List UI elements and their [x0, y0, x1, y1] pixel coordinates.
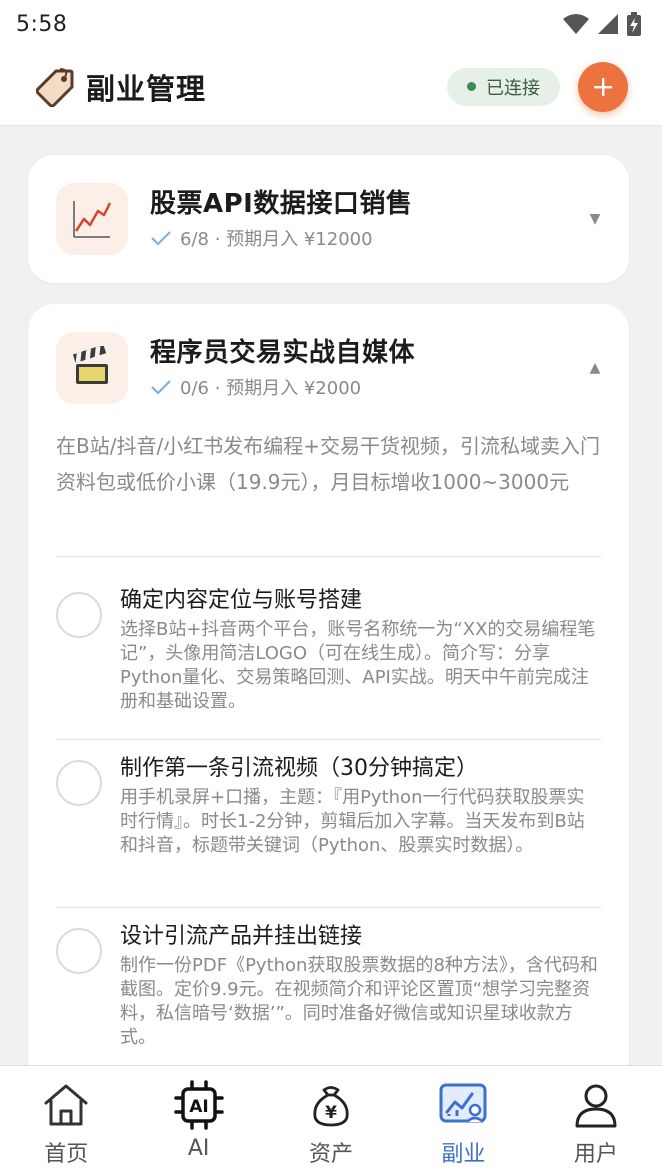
- task-checkbox[interactable]: [56, 592, 102, 638]
- nav-item-assets[interactable]: ¥ 资产: [265, 1066, 397, 1176]
- task-item[interactable]: 设计引流产品并挂出链接 制作一份PDF《Python获取股票数据的8种方法》，含…: [56, 922, 601, 1050]
- project-card-header[interactable]: 程序员交易实战自媒体 0/6 · 预期月入 ¥2000 ▲: [56, 332, 605, 404]
- task-title: 确定内容定位与账号搭建: [120, 588, 363, 613]
- ai-chip-icon: AI: [173, 1080, 224, 1130]
- project-card-header[interactable]: 股票API数据接口销售 6/8 · 预期月入 ¥12000 ▼: [56, 183, 605, 255]
- home-icon: [41, 1080, 91, 1130]
- status-dot: [467, 82, 476, 91]
- svg-text:AI: AI: [189, 1097, 208, 1117]
- divider: [56, 556, 601, 557]
- cell-signal-icon: [598, 14, 618, 34]
- nav-label: 用户: [573, 1142, 618, 1167]
- status-bar: 5:58: [0, 0, 662, 48]
- task-detail: 制作一份PDF《Python获取股票数据的8种方法》，含代码和截图。定价9.9元…: [120, 955, 598, 1048]
- task-item[interactable]: 制作第一条引流视频（30分钟搞定） 用手机录屏+口播，主题：『用Python一行…: [56, 754, 601, 858]
- project-progress: 6/8 · 预期月入 ¥12000: [180, 229, 373, 250]
- divider: [56, 739, 601, 740]
- connection-status-text: 已连接: [486, 77, 540, 99]
- expand-chevron-icon[interactable]: ▼: [585, 211, 605, 227]
- project-card[interactable]: 程序员交易实战自媒体 0/6 · 预期月入 ¥2000 ▲ 在B站/抖音/小红书…: [28, 304, 629, 1104]
- user-icon: [571, 1080, 621, 1130]
- collapse-chevron-icon[interactable]: ▲: [585, 360, 605, 376]
- check-icon: [151, 231, 171, 246]
- task-item[interactable]: 确定内容定位与账号搭建 选择B站+抖音两个平台，账号名称统一为“XX的交易编程笔…: [56, 586, 601, 714]
- money-bag-icon: ¥: [306, 1080, 356, 1130]
- task-title: 设计引流产品并挂出链接: [120, 924, 363, 949]
- chart-increasing-icon: [56, 183, 128, 255]
- bottom-nav: 首页 AI AI ¥ 资产 副业 用户: [0, 1065, 662, 1176]
- divider: [56, 907, 601, 908]
- page-title: 副业管理: [86, 71, 207, 106]
- project-title: 股票API数据接口销售: [150, 189, 413, 219]
- task-checkbox[interactable]: [56, 760, 102, 806]
- status-icons: [562, 12, 642, 36]
- project-description: 在B站/抖音/小红书发布编程+交易干货视频，引流私域卖入门资料包或低价小课（19…: [56, 434, 600, 494]
- nav-item-side-business[interactable]: 副业: [397, 1066, 529, 1176]
- tag-icon: [36, 67, 74, 107]
- nav-label: 副业: [441, 1142, 486, 1167]
- add-project-button[interactable]: [578, 61, 628, 112]
- task-detail: 用手机录屏+口播，主题：『用Python一行代码获取股票实时行情』。时长1-2分…: [120, 787, 585, 856]
- clapper-board-icon: [56, 332, 128, 404]
- app-header: 副业管理 已连接: [0, 48, 662, 126]
- nav-label: 资产: [309, 1142, 354, 1167]
- task-detail: 选择B站+抖音两个平台，账号名称统一为“XX的交易编程笔记”，头像用简洁LOGO…: [120, 619, 596, 712]
- nav-item-ai[interactable]: AI AI: [132, 1066, 264, 1176]
- check-icon: [151, 380, 171, 395]
- svg-text:¥: ¥: [325, 1103, 337, 1123]
- nav-label: AI: [187, 1136, 210, 1161]
- connection-status-badge: 已连接: [447, 67, 560, 106]
- task-title: 制作第一条引流视频（30分钟搞定）: [120, 756, 478, 781]
- nav-item-user[interactable]: 用户: [530, 1066, 662, 1176]
- project-progress: 0/6 · 预期月入 ¥2000: [180, 378, 362, 399]
- wifi-icon: [563, 14, 589, 34]
- task-checkbox[interactable]: [56, 928, 102, 974]
- project-card[interactable]: 股票API数据接口销售 6/8 · 预期月入 ¥12000 ▼: [28, 155, 629, 283]
- plus-icon: [594, 77, 612, 96]
- project-title: 程序员交易实战自媒体: [150, 338, 416, 368]
- status-time: 5:58: [16, 11, 68, 37]
- chart-profile-icon: [438, 1080, 488, 1130]
- battery-icon: [627, 12, 641, 36]
- nav-item-home[interactable]: 首页: [0, 1066, 132, 1176]
- nav-label: 首页: [44, 1142, 89, 1167]
